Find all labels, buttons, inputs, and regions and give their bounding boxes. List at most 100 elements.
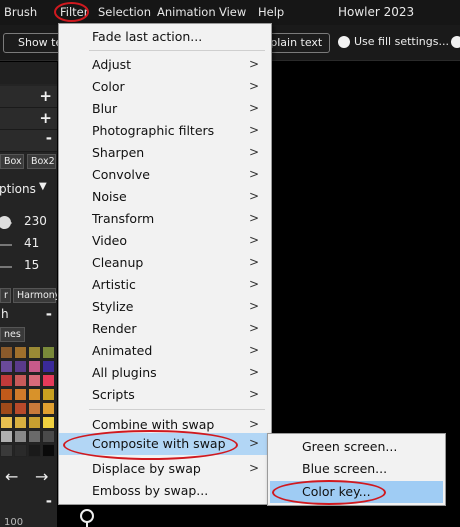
filter-menu-item[interactable]: Convolve > xyxy=(59,164,271,186)
color-swatch[interactable] xyxy=(0,374,13,387)
chevron-right-icon: > xyxy=(248,277,259,291)
color-swatch[interactable] xyxy=(28,402,41,415)
color-swatch[interactable] xyxy=(0,416,13,429)
color-swatch[interactable] xyxy=(42,388,55,401)
filter-menu-item[interactable]: Emboss by swap... xyxy=(59,480,271,502)
chevron-down-icon[interactable]: ▼ xyxy=(39,181,47,192)
color-swatch[interactable] xyxy=(28,346,41,359)
filter-menu-item[interactable]: Stylize > xyxy=(59,296,271,318)
color-swatch[interactable] xyxy=(28,444,41,457)
value-3[interactable]: 15 xyxy=(24,258,39,272)
color-swatch[interactable] xyxy=(42,430,55,443)
filter-menu-item[interactable]: Noise > xyxy=(59,186,271,208)
filter-menu-item[interactable]: Render > xyxy=(59,318,271,340)
color-swatch[interactable] xyxy=(14,402,27,415)
minus-icon[interactable]: - xyxy=(46,305,52,323)
panel-row-3: - xyxy=(0,129,57,152)
menu-item-label: All plugins xyxy=(92,365,157,380)
color-swatch[interactable] xyxy=(14,416,27,429)
show-text-button[interactable]: Show te xyxy=(3,33,61,53)
tab-box2[interactable]: Box2 xyxy=(27,154,56,169)
menu-item-label: Displace by swap xyxy=(92,461,201,476)
color-swatch[interactable] xyxy=(42,444,55,457)
chevron-right-icon: > xyxy=(248,167,259,181)
slider-track-3[interactable] xyxy=(0,266,12,268)
minus-icon[interactable]: - xyxy=(46,492,52,510)
extra-radio[interactable] xyxy=(451,36,460,48)
filter-menu-item[interactable]: Transform > xyxy=(59,208,271,230)
color-swatch[interactable] xyxy=(14,444,27,457)
filter-menu-item[interactable]: Blur > xyxy=(59,98,271,120)
arrow-left-icon[interactable]: ← xyxy=(5,467,18,486)
filter-menu-item[interactable]: Displace by swap > xyxy=(59,458,271,480)
tab-harmony[interactable]: Harmony xyxy=(13,288,57,303)
filter-menu-item[interactable]: Color > xyxy=(59,76,271,98)
panel-row-1: + xyxy=(0,86,57,108)
color-swatch[interactable] xyxy=(0,444,13,457)
chevron-right-icon: > xyxy=(248,417,259,431)
menu-help[interactable]: Help xyxy=(258,5,284,19)
composite-submenu-item[interactable]: Blue screen... xyxy=(270,458,443,480)
filter-menu-item[interactable]: Fade last action... xyxy=(59,26,271,48)
color-swatch[interactable] xyxy=(42,416,55,429)
menu-view[interactable]: View xyxy=(219,5,246,19)
color-swatch[interactable] xyxy=(42,360,55,373)
color-swatch[interactable] xyxy=(28,388,41,401)
filter-menu-item[interactable]: Animated > xyxy=(59,340,271,362)
filter-menu-item[interactable]: Adjust > xyxy=(59,54,271,76)
filter-menu-item[interactable]: Cleanup > xyxy=(59,252,271,274)
color-key-annotation-ellipse xyxy=(272,480,386,505)
color-swatch[interactable] xyxy=(0,346,13,359)
color-swatch[interactable] xyxy=(0,430,13,443)
arrow-right-icon[interactable]: → xyxy=(35,467,48,486)
filter-menu-item[interactable]: All plugins > xyxy=(59,362,271,384)
menu-brush[interactable]: Brush xyxy=(4,5,37,19)
item-h-label[interactable]: h xyxy=(1,307,9,321)
use-fill-radio[interactable] xyxy=(338,36,350,48)
menu-item-label: Transform xyxy=(92,211,155,226)
menu-separator xyxy=(89,50,265,51)
tab-r[interactable]: r xyxy=(0,288,11,303)
color-swatch[interactable] xyxy=(42,346,55,359)
color-swatch[interactable] xyxy=(14,430,27,443)
menu-item-label: Video xyxy=(92,233,128,248)
color-swatch[interactable] xyxy=(28,430,41,443)
filter-menu-item[interactable]: Artistic > xyxy=(59,274,271,296)
color-swatch[interactable] xyxy=(42,374,55,387)
color-swatch[interactable] xyxy=(28,374,41,387)
color-swatch[interactable] xyxy=(14,388,27,401)
tab-box[interactable]: Box xyxy=(0,154,24,169)
plain-text-button[interactable]: s plain text xyxy=(262,33,330,53)
tab-nes[interactable]: nes xyxy=(0,327,25,342)
filter-menu-item[interactable]: Video > xyxy=(59,230,271,252)
filter-menu-item[interactable]: Photographic filters > xyxy=(59,120,271,142)
color-swatch[interactable] xyxy=(14,374,27,387)
plus-icon[interactable]: + xyxy=(39,109,52,127)
color-swatch[interactable] xyxy=(0,402,13,415)
color-swatch[interactable] xyxy=(42,402,55,415)
color-swatch[interactable] xyxy=(28,360,41,373)
use-fill-settings-label[interactable]: Use fill settings... xyxy=(354,35,449,48)
filter-menu-item[interactable]: Sharpen > xyxy=(59,142,271,164)
menu-animation[interactable]: Animation xyxy=(157,5,216,19)
color-swatch[interactable] xyxy=(14,360,27,373)
chevron-right-icon: > xyxy=(248,101,259,115)
minus-icon[interactable]: - xyxy=(46,129,52,147)
plus-icon[interactable]: + xyxy=(39,87,52,105)
value-2[interactable]: 41 xyxy=(24,236,39,250)
show-text-label: Show te xyxy=(18,36,61,49)
color-swatch[interactable] xyxy=(28,416,41,429)
chevron-right-icon: > xyxy=(248,189,259,203)
filter-menu-item[interactable]: Scripts > xyxy=(59,384,271,406)
value-1[interactable]: 230 xyxy=(24,214,47,228)
composite-submenu-item[interactable]: Green screen... xyxy=(270,436,443,458)
color-swatch[interactable] xyxy=(0,360,13,373)
menu-selection[interactable]: Selection xyxy=(98,5,151,19)
options-label[interactable]: ptions xyxy=(0,182,36,196)
bottom-value[interactable]: 100 xyxy=(4,517,23,527)
slider-track-2[interactable] xyxy=(0,244,12,246)
color-swatch[interactable] xyxy=(14,346,27,359)
slider-knob-1[interactable] xyxy=(0,216,11,229)
color-swatch[interactable] xyxy=(0,388,13,401)
chevron-right-icon: > xyxy=(248,461,259,475)
